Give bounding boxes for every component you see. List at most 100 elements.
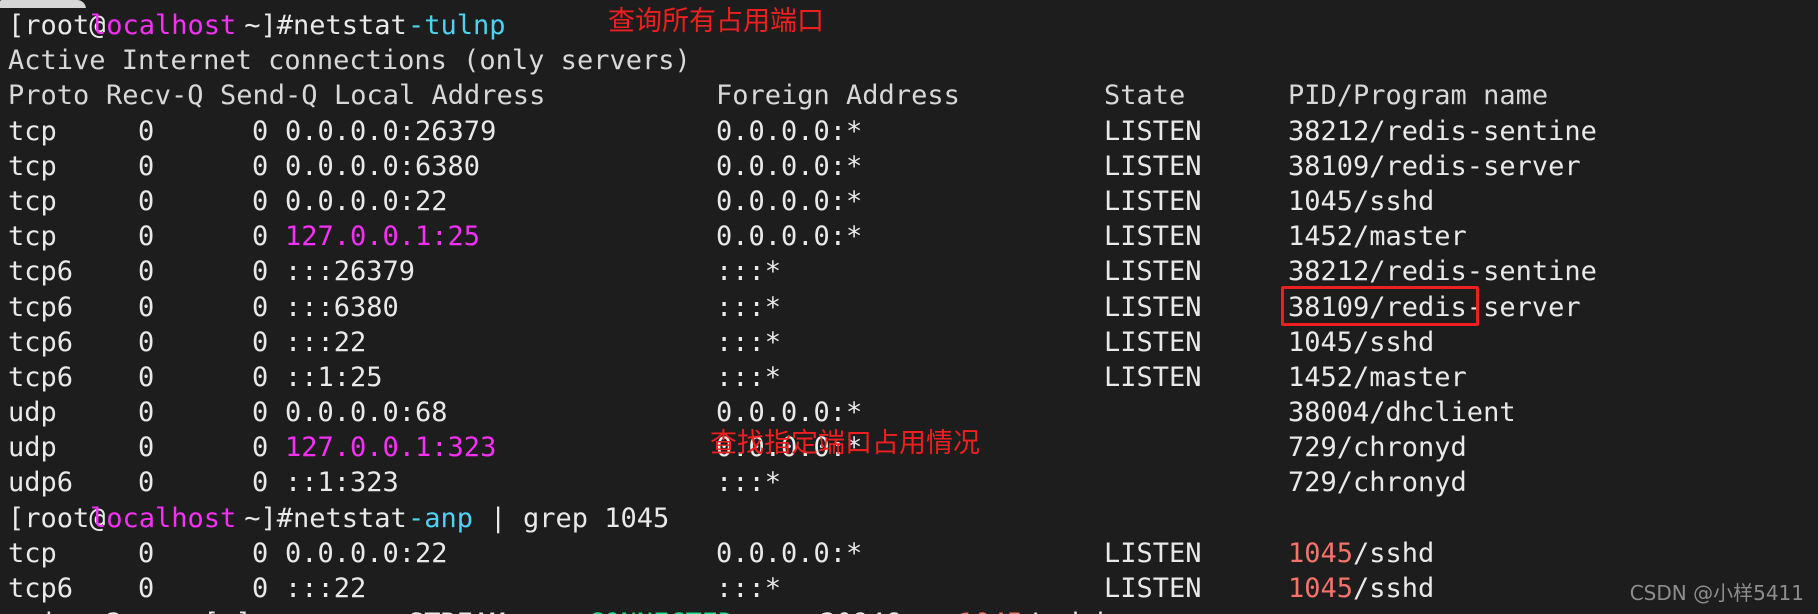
header-foreign: Foreign Address	[716, 80, 960, 112]
annotation-find-specific-port: 查找指定端口占用情况	[710, 428, 980, 459]
cell-pid: 38109/redis-server	[1288, 291, 1581, 323]
cell-state-connected: CONNECTED	[588, 606, 734, 614]
cell-pid-rest: /sshd	[1353, 537, 1435, 569]
cell-state: LISTEN	[1104, 256, 1202, 288]
cell-recvq: 0	[138, 326, 155, 358]
cell-recvq: 0	[138, 150, 155, 182]
pipe-symbol: |	[490, 502, 507, 534]
cell-sendq: 0	[252, 291, 269, 323]
cell-local: 0.0.0.0:22	[285, 185, 448, 217]
cell-local: 127.0.0.1:25	[285, 221, 481, 253]
terminal-screenshot: [root@ localhost ~]# netstat -tulnp Acti…	[0, 0, 1818, 614]
header-state: State	[1104, 80, 1186, 112]
cell-state: LISTEN	[1104, 150, 1202, 182]
cell-local: 0.0.0.0:26379	[285, 115, 497, 147]
cell-sendq: 0	[252, 256, 269, 288]
cell-proto: udp6	[8, 467, 74, 499]
table-row: tcp 0 0 0.0.0.0:6380 0.0.0.0:* LISTEN 38…	[0, 149, 1818, 184]
command-flags-2: -anp	[408, 502, 474, 534]
cell-local: ::1:323	[285, 467, 399, 499]
grep-clause: grep 1045	[523, 502, 670, 534]
cell-foreign: 0.0.0.0:*	[716, 397, 863, 429]
cell-sendq: 0	[252, 326, 269, 358]
cell-local: 0.0.0.0:68	[285, 397, 448, 429]
cell-foreign: :::*	[716, 291, 782, 323]
prompt-host-2: localhost	[90, 502, 237, 534]
cell-pid: 38212/redis-sentine	[1288, 256, 1597, 288]
table-row: tcp6 0 0 ::1:25 :::* LISTEN 1452/master	[0, 360, 1818, 395]
table-row: udp6 0 0 ::1:323 :::* 729/chronyd	[0, 465, 1818, 500]
cell-foreign: 0.0.0.0:*	[716, 221, 863, 253]
cell-proto: udp	[8, 432, 57, 464]
cell-sendq: 0	[252, 115, 269, 147]
cell-proto: unix	[8, 606, 73, 614]
cell-proto: tcp6	[8, 326, 74, 358]
table-row: tcp 0 0 127.0.0.1:25 0.0.0.0:* LISTEN 14…	[0, 219, 1818, 254]
cell-proto: tcp6	[8, 291, 74, 323]
cell-recvq: 0	[138, 221, 155, 253]
cell-foreign: :::*	[716, 256, 782, 288]
netstat-banner: Active Internet connections (only server…	[0, 43, 1818, 78]
cell-refcnt: 3	[106, 606, 122, 614]
cell-foreign: :::*	[716, 467, 782, 499]
cell-sendq: 0	[252, 361, 269, 393]
cell-foreign: 0.0.0.0:*	[716, 537, 863, 569]
cell-proto: tcp	[8, 221, 57, 253]
cell-pid: 38109/redis-server	[1288, 150, 1581, 182]
cell-local: 0.0.0.0:22	[285, 537, 448, 569]
cell-local: :::26379	[285, 256, 416, 288]
cell-pid-match: 1045	[1288, 573, 1354, 604]
table-row: udp 0 0 0.0.0.0:68 0.0.0.0:* 38004/dhcli…	[0, 395, 1818, 430]
cell-state: LISTEN	[1104, 361, 1202, 393]
cell-state: LISTEN	[1104, 573, 1202, 604]
cell-proto: tcp6	[8, 573, 74, 604]
header-local: Local Address	[334, 80, 546, 112]
cell-proto: tcp	[8, 185, 57, 217]
header-pid: PID/Program name	[1288, 80, 1549, 112]
table-row: tcp6 0 0 :::6380 :::* LISTEN 38109/redis…	[0, 290, 1818, 325]
command-flags-1: -tulnp	[408, 10, 506, 41]
command-line-2: [root@ localhost ~]# netstat -anp | grep…	[0, 501, 1818, 536]
cell-local: 127.0.0.1:323	[285, 432, 497, 464]
cell-recvq: 0	[138, 432, 155, 464]
table-row: tcp 0 0 0.0.0.0:26379 0.0.0.0:* LISTEN 3…	[0, 114, 1818, 149]
cell-proto: udp	[8, 397, 57, 429]
cell-pid-rest: /sshd	[1353, 573, 1435, 604]
cell-pid: 1452/master	[1288, 221, 1467, 253]
cell-sendq: 0	[252, 537, 269, 569]
cell-foreign: 0.0.0.0:*	[716, 150, 863, 182]
cell-inode: 20946	[820, 606, 901, 614]
header-sendq: Send-Q	[220, 80, 318, 112]
cell-recvq: 0	[138, 256, 155, 288]
cell-local: :::22	[285, 326, 367, 358]
cell-pid: 729/chronyd	[1288, 432, 1467, 464]
cell-recvq: 0	[138, 467, 155, 499]
cell-state: LISTEN	[1104, 185, 1202, 217]
cell-type: STREAM	[408, 606, 506, 614]
cell-local: ::1:25	[285, 361, 383, 393]
cell-pid: 38004/dhclient	[1288, 397, 1516, 429]
cell-recvq: 0	[138, 291, 155, 323]
cell-sendq: 0	[252, 467, 269, 499]
cell-proto: tcp	[8, 115, 57, 147]
cell-pid-match: 1045	[958, 606, 1023, 614]
cell-recvq: 0	[138, 397, 155, 429]
cell-state: LISTEN	[1104, 326, 1202, 358]
cell-flags: [ ]	[203, 606, 252, 614]
cell-local: :::6380	[285, 291, 399, 323]
csdn-watermark: CSDN @小样5411	[1629, 581, 1804, 605]
cell-local: :::22	[285, 573, 367, 604]
cell-proto: tcp	[8, 537, 57, 569]
cell-pid-match: 1045	[1288, 537, 1354, 569]
terminal-body[interactable]: [root@ localhost ~]# netstat -tulnp Acti…	[0, 8, 1818, 614]
command-line-1: [root@ localhost ~]# netstat -tulnp	[0, 8, 1818, 43]
cell-proto: tcp	[8, 150, 57, 182]
command-name-1: netstat	[293, 10, 407, 41]
cell-foreign: :::*	[716, 573, 782, 604]
header-recvq: Recv-Q	[106, 80, 204, 112]
cell-local: 0.0.0.0:6380	[285, 150, 481, 182]
cell-proto: tcp6	[8, 256, 74, 288]
unix-socket-row: unix 3 [ ] STREAM CONNECTED 20946 1045 /…	[0, 606, 1818, 614]
cell-recvq: 0	[138, 115, 155, 147]
cell-sendq: 0	[252, 573, 269, 604]
